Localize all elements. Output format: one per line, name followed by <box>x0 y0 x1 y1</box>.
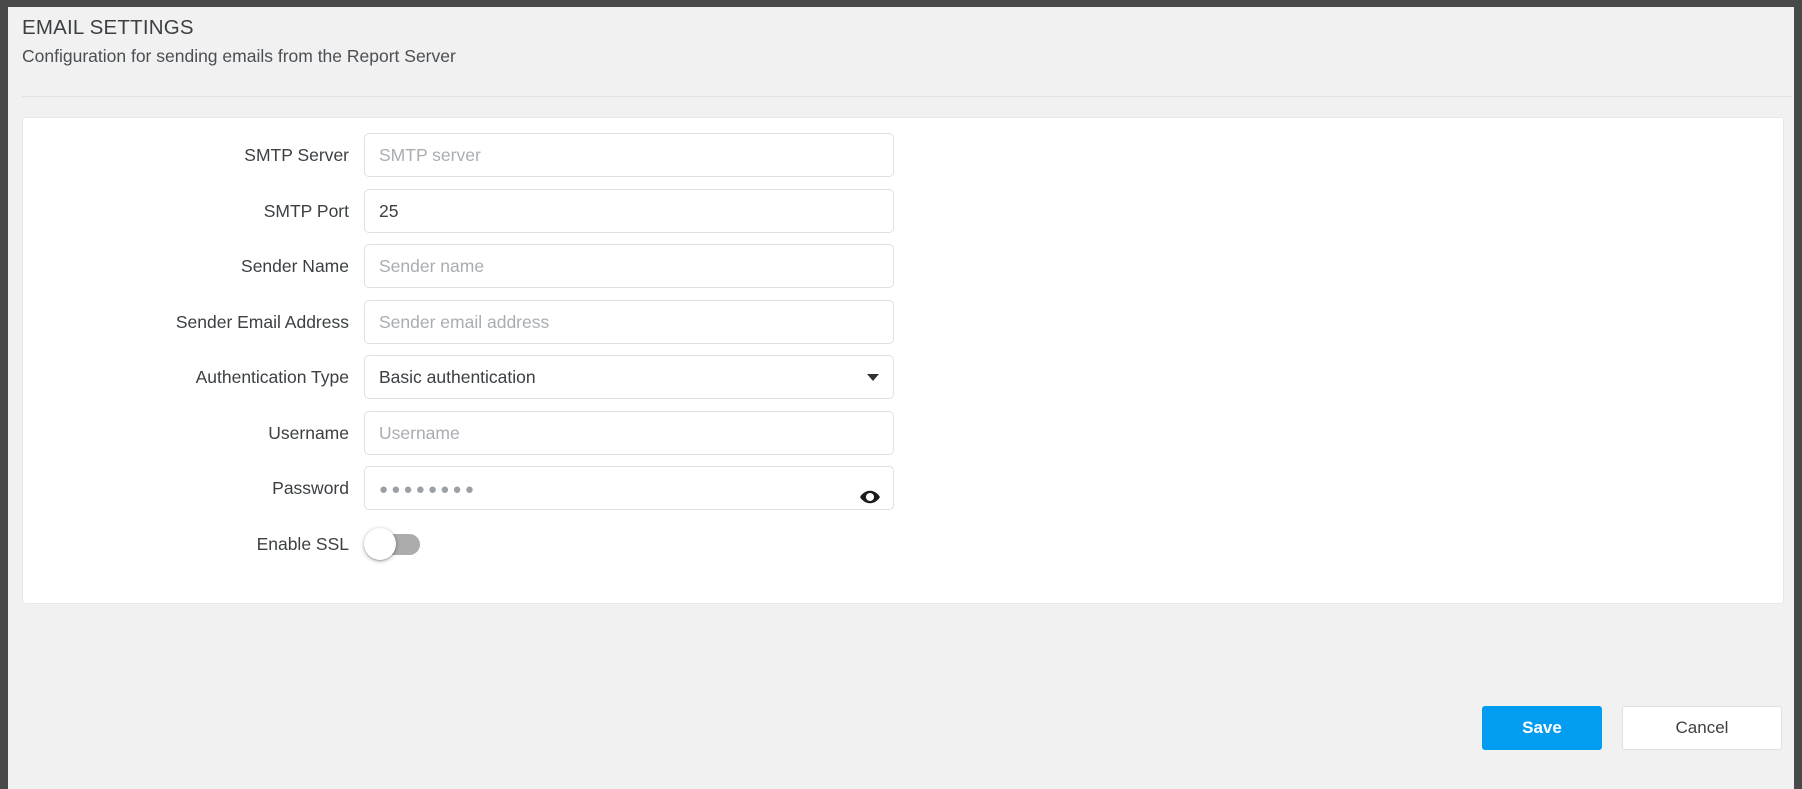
control-sender-name: Sender name <box>364 244 894 288</box>
form-row-sender-email: Sender Email Address Sender email addres… <box>23 299 1783 356</box>
authentication-type-value: Basic authentication <box>379 367 536 387</box>
settings-card: SMTP Server SMTP server SMTP Port 25 Sen… <box>22 117 1784 604</box>
form-row-password: Password ●●●●●●●● <box>23 466 1783 522</box>
label-sender-name: Sender Name <box>241 256 349 276</box>
form-row-authentication-type: Authentication Type Basic authentication <box>23 355 1783 411</box>
label-username: Username <box>268 422 349 443</box>
form-row-smtp-port: SMTP Port 25 <box>23 188 1783 245</box>
password-input[interactable]: ●●●●●●●● <box>364 466 894 510</box>
chevron-down-icon <box>867 374 879 381</box>
enable-ssl-toggle[interactable] <box>364 522 422 566</box>
form-row-username: Username Username <box>23 410 1783 467</box>
username-input[interactable]: Username <box>364 410 894 455</box>
cancel-button[interactable]: Cancel <box>1622 706 1782 750</box>
label-authentication-type: Authentication Type <box>195 367 349 387</box>
control-smtp-server: SMTP server <box>364 133 894 177</box>
authentication-type-select[interactable]: Basic authentication <box>364 355 894 399</box>
eye-icon[interactable] <box>859 479 881 504</box>
page-subtitle: Configuration for sending emails from th… <box>22 46 456 66</box>
sender-email-address-input[interactable]: Sender email address <box>364 299 894 344</box>
toggle-knob <box>364 528 396 560</box>
label-sender-email-address: Sender Email Address <box>175 311 349 332</box>
application-window: EMAIL SETTINGS Configuration for sending… <box>0 0 1802 789</box>
form-row-sender-name: Sender Name Sender name <box>23 244 1783 300</box>
control-password: ●●●●●●●● <box>364 466 894 510</box>
control-enable-ssl <box>364 522 422 566</box>
label-password: Password <box>272 478 349 498</box>
control-username: Username <box>364 410 894 455</box>
password-masked-value: ●●●●●●●● <box>379 481 478 498</box>
control-smtp-port: 25 <box>364 188 894 233</box>
label-smtp-server: SMTP Server <box>244 145 349 165</box>
label-enable-ssl: Enable SSL <box>256 533 349 554</box>
page-footer: Save Cancel <box>8 608 1794 789</box>
email-settings-page: EMAIL SETTINGS Configuration for sending… <box>8 7 1794 789</box>
save-button[interactable]: Save <box>1482 706 1602 750</box>
form-row-enable-ssl: Enable SSL <box>23 522 1783 578</box>
smtp-port-input[interactable]: 25 <box>364 188 894 233</box>
page-header: EMAIL SETTINGS Configuration for sending… <box>8 7 1794 97</box>
email-settings-form: SMTP Server SMTP server SMTP Port 25 Sen… <box>23 133 1783 577</box>
smtp-server-input[interactable]: SMTP server <box>364 133 894 177</box>
form-row-smtp-server: SMTP Server SMTP server <box>23 133 1783 189</box>
control-sender-email: Sender email address <box>364 299 894 344</box>
page-title: EMAIL SETTINGS <box>22 16 194 39</box>
sender-name-input[interactable]: Sender name <box>364 244 894 288</box>
control-authentication-type: Basic authentication <box>364 355 894 399</box>
header-divider <box>22 96 1792 97</box>
label-smtp-port: SMTP Port <box>263 200 349 221</box>
